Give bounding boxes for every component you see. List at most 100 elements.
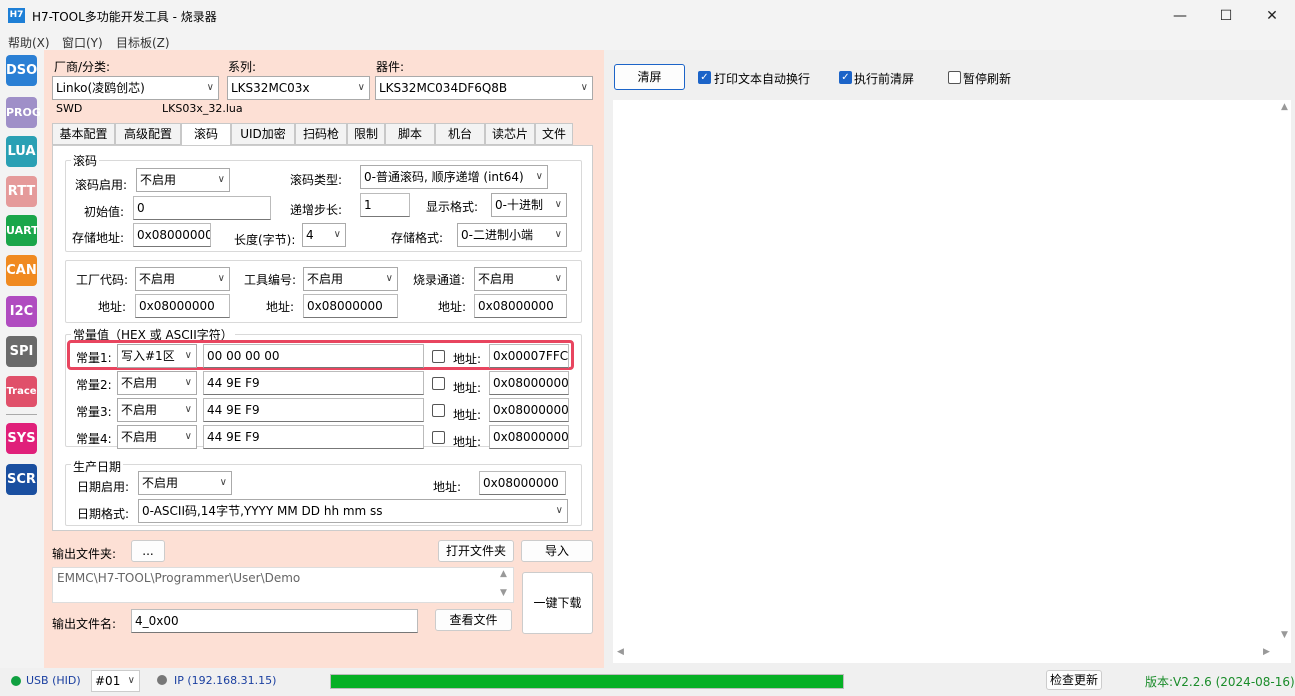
port-select[interactable]: #01 ∨ xyxy=(91,670,140,692)
scroll-down-icon[interactable]: ▼ xyxy=(500,588,507,598)
minimize-button[interactable]: — xyxy=(1157,0,1203,32)
rolling-type-select[interactable]: 0-普通滚码, 顺序递增 (int64) ∨ xyxy=(360,165,548,189)
burn-channel-select[interactable]: 不启用 ∨ xyxy=(474,267,567,291)
length-select[interactable]: 4 ∨ xyxy=(302,223,346,247)
tab-basic[interactable]: 基本配置 xyxy=(52,123,115,145)
constant-3-value-input[interactable]: 44 9E F9 xyxy=(203,398,424,422)
output-path-box[interactable]: EMMC\H7-TOOL\Programmer\User\Demo ▲ ▼ xyxy=(52,567,514,603)
constant-2-checkbox[interactable] xyxy=(432,377,445,390)
constant-1-mode-select[interactable]: 写入#1区 ∨ xyxy=(117,344,197,368)
rolling-enable-select[interactable]: 不启用 ∨ xyxy=(136,168,230,192)
browse-folder-button[interactable]: ... xyxy=(131,540,165,562)
date-enable-select[interactable]: 不启用 ∨ xyxy=(138,471,232,495)
constant-2-value-input[interactable]: 44 9E F9 xyxy=(203,371,424,395)
import-button[interactable]: 导入 xyxy=(521,540,593,562)
tab-file[interactable]: 文件 xyxy=(535,123,573,145)
constant-2-addr-input[interactable]: 0x08000000 xyxy=(489,371,569,395)
tool-number-label: 工具编号: xyxy=(244,273,297,287)
chevron-down-icon: ∨ xyxy=(357,82,365,93)
sidebar-i2c-button[interactable]: I2C xyxy=(6,296,37,327)
constant-1-value-input[interactable]: 00 00 00 00 xyxy=(203,344,424,368)
constant-1-checkbox[interactable] xyxy=(432,350,445,363)
channel-addr-input[interactable]: 0x08000000 xyxy=(474,294,567,318)
tab-limit[interactable]: 限制 xyxy=(347,123,385,145)
log-scroll-up-icon[interactable]: ▲ xyxy=(1281,102,1288,112)
one-click-download-button[interactable]: 一键下载 xyxy=(522,572,593,634)
length-value: 4 xyxy=(306,228,314,242)
sidebar-uart-button[interactable]: UART xyxy=(6,215,39,246)
output-filename-label: 输出文件名: xyxy=(52,617,117,631)
constant-4-addr-label: 地址: xyxy=(453,435,482,449)
sidebar-can-button[interactable]: CAN xyxy=(6,255,37,286)
constant-4-value-input[interactable]: 44 9E F9 xyxy=(203,425,424,449)
menu-target-board[interactable]: 目标板(Z) xyxy=(116,34,170,51)
constant-3-addr-input[interactable]: 0x08000000 xyxy=(489,398,569,422)
factory-code-select[interactable]: 不启用 ∨ xyxy=(135,267,230,291)
tab-uid-encrypt[interactable]: UID加密 xyxy=(231,123,295,145)
sidebar-spi-button[interactable]: SPI xyxy=(6,336,37,367)
tab-script[interactable]: 脚本 xyxy=(385,123,435,145)
maximize-button[interactable]: ☐ xyxy=(1203,0,1249,32)
constant-4-checkbox[interactable] xyxy=(432,431,445,444)
sidebar-dso-button[interactable]: DSO xyxy=(6,55,37,86)
constant-3-label: 常量3: xyxy=(76,405,112,419)
ip-status-icon xyxy=(157,675,167,685)
date-format-select[interactable]: 0-ASCII码,14字节,YYYY MM DD hh mm ss ∨ xyxy=(138,499,568,523)
log-scroll-down-icon[interactable]: ▼ xyxy=(1281,630,1288,640)
tab-machine[interactable]: 机台 xyxy=(435,123,485,145)
chevron-down-icon: ∨ xyxy=(535,171,543,182)
sidebar-sys-button[interactable]: SYS xyxy=(6,423,37,454)
store-addr-input[interactable]: 0x08000000 xyxy=(133,223,211,247)
tool-addr-input[interactable]: 0x08000000 xyxy=(303,294,398,318)
tab-scanner[interactable]: 扫码枪 xyxy=(295,123,347,145)
tab-rolling-code[interactable]: 滚码 xyxy=(181,123,231,146)
sidebar-prog-button[interactable]: PROG xyxy=(6,97,41,128)
constant-1-label: 常量1: xyxy=(76,351,112,365)
log-scroll-left-icon[interactable]: ◀ xyxy=(617,647,624,657)
interface-label: SWD xyxy=(56,102,83,115)
port-value: #01 xyxy=(95,674,121,688)
constant-2-mode-select[interactable]: 不启用 ∨ xyxy=(117,371,197,395)
chevron-down-icon: ∨ xyxy=(554,229,562,240)
output-filename-input[interactable]: 4_0x00 xyxy=(131,609,418,633)
chevron-down-icon: ∨ xyxy=(217,273,225,284)
constant-4-mode-select[interactable]: 不启用 ∨ xyxy=(117,425,197,449)
device-select[interactable]: LKS32MC034DF6Q8B ∨ xyxy=(375,76,593,100)
factory-addr-input[interactable]: 0x08000000 xyxy=(135,294,230,318)
menu-window[interactable]: 窗口(Y) xyxy=(62,34,103,51)
menu-help[interactable]: 帮助(X) xyxy=(8,34,50,51)
lua-file-label: LKS03x_32.lua xyxy=(162,102,243,115)
chevron-down-icon: ∨ xyxy=(333,229,341,240)
clear-screen-button[interactable]: 清屏 xyxy=(614,64,685,90)
log-output-area[interactable]: ▲ ▼ ◀ ▶ xyxy=(613,100,1291,663)
store-format-select[interactable]: 0-二进制小端 ∨ xyxy=(457,223,567,247)
scroll-up-icon[interactable]: ▲ xyxy=(500,569,507,579)
close-button[interactable]: ✕ xyxy=(1249,0,1295,32)
init-value-input[interactable]: 0 xyxy=(133,196,271,220)
sidebar-trace-button[interactable]: Trace xyxy=(6,376,37,407)
log-scroll-right-icon[interactable]: ▶ xyxy=(1263,647,1270,657)
sidebar-scr-button[interactable]: SCR xyxy=(6,464,37,495)
constant-4-addr-input[interactable]: 0x08000000 xyxy=(489,425,569,449)
open-folder-button[interactable]: 打开文件夹 xyxy=(438,540,514,562)
view-file-button[interactable]: 查看文件 xyxy=(435,609,512,631)
clear-before-run-checkbox[interactable]: ✓ xyxy=(839,71,852,84)
date-addr-input[interactable]: 0x08000000 xyxy=(479,471,566,495)
rolling-code-group-title: 滚码 xyxy=(71,152,100,169)
vendor-select[interactable]: Linko(凌鸥创芯) ∨ xyxy=(52,76,219,100)
sidebar-rtt-button[interactable]: RTT xyxy=(6,176,37,207)
auto-wrap-checkbox[interactable]: ✓ xyxy=(698,71,711,84)
constant-1-addr-input[interactable]: 0x00007FFC xyxy=(489,344,569,368)
constant-3-mode-select[interactable]: 不启用 ∨ xyxy=(117,398,197,422)
tab-advanced[interactable]: 高级配置 xyxy=(115,123,181,145)
chevron-down-icon: ∨ xyxy=(184,431,192,442)
sidebar-lua-button[interactable]: LUA xyxy=(6,136,37,167)
step-input[interactable]: 1 xyxy=(360,193,410,217)
constant-3-checkbox[interactable] xyxy=(432,404,445,417)
tab-read-chip[interactable]: 读芯片 xyxy=(485,123,535,145)
series-select[interactable]: LKS32MC03x ∨ xyxy=(227,76,370,100)
tool-number-select[interactable]: 不启用 ∨ xyxy=(303,267,398,291)
check-update-button[interactable]: 检查更新 xyxy=(1046,670,1102,690)
display-format-select[interactable]: 0-十进制 ∨ xyxy=(491,193,567,217)
pause-refresh-checkbox[interactable] xyxy=(948,71,961,84)
